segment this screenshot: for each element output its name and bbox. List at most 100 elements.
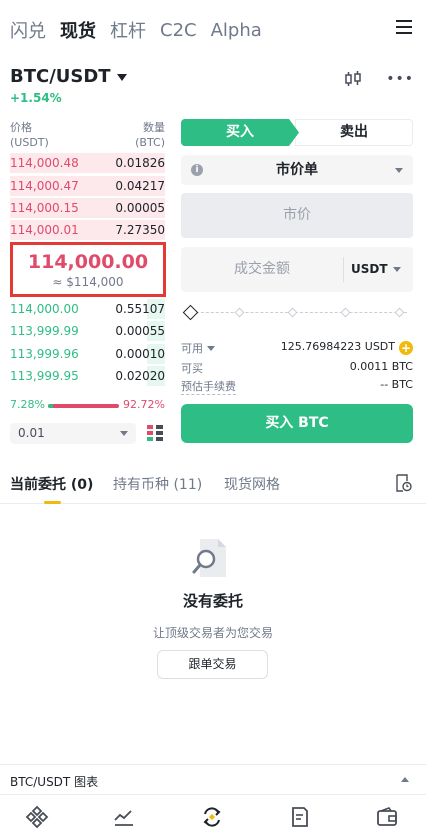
amount-slider[interactable] [182,304,407,321]
add-funds-icon[interactable]: + [399,341,413,355]
ratio-bar [48,404,119,408]
empty-orders-icon [192,539,226,577]
tab-alpha[interactable]: Alpha [211,20,262,41]
ask-price: 114,000.48 [10,156,79,170]
tab-convert[interactable]: 闪兑 [10,17,46,43]
ask-row[interactable]: 114,000.01 7.27350 [10,219,165,241]
buy-sell-ratio: 7.28% 92.72% [10,398,165,414]
slider-step[interactable] [234,307,245,318]
menu-icon[interactable] [396,20,412,34]
available-row: 可用 125.76984223 USDT + [181,340,413,356]
ask-qty: 0.01826 [115,156,165,170]
tab-spot[interactable]: 现货 [60,17,96,43]
tab-holdings[interactable]: 持有币种 (11) [113,474,202,494]
chart-toggle-label: BTC/USDT 图表 [10,775,99,789]
slider-handle[interactable] [182,304,199,321]
depth-value: 0.01 [18,426,45,440]
buy-ratio: 7.28% [10,398,45,411]
empty-title: 没有委托 [182,592,243,610]
buy-btc-button[interactable]: 买入 BTC [181,404,413,443]
tab-spot-grid[interactable]: 现货网格 [224,474,280,494]
bid-qty: 0.02020 [115,369,165,383]
ask-price: 114,000.15 [10,201,79,215]
candlestick-chart-icon[interactable] [344,70,362,88]
pair-header: BTC/USDT ••• [10,66,416,92]
fee-label[interactable]: 预估手续费 [181,378,236,395]
available-label: 可用 [181,342,203,355]
more-icon[interactable]: ••• [386,72,414,86]
home-icon[interactable] [25,805,49,829]
copy-trading-button[interactable]: 跟单交易 [157,650,268,679]
chevron-down-icon[interactable] [116,74,127,81]
can-buy-value: 0.0011 BTC [349,360,413,373]
ask-qty: 7.27350 [115,223,165,237]
futures-icon[interactable] [288,805,312,829]
chevron-down-icon[interactable] [393,267,401,272]
orderbook-layout-icon[interactable] [146,424,164,442]
chevron-down-icon [207,346,215,351]
sell-ratio: 92.72% [123,398,165,411]
order-type-select[interactable]: i 市价单 [181,155,413,185]
tab-c2c[interactable]: C2C [160,20,197,41]
price-change: +1.54% [10,91,62,105]
order-history-icon[interactable] [394,474,412,492]
bid-row[interactable]: 113,999.95 0.02020 [10,365,165,387]
buy-sell-toggle: 卖出 买入 [181,119,413,146]
price-field: 市价 [181,193,413,238]
bid-price: 113,999.99 [10,324,79,338]
order-type-label: 市价单 [276,162,318,178]
amount-unit-select[interactable]: USDT [351,247,388,292]
orders-tabs: 当前委托 (0) 持有币种 (11) 现货网格 [0,468,426,504]
ask-row[interactable]: 114,000.47 0.04217 [10,175,165,197]
chevron-down-icon [395,168,403,173]
bid-price: 113,999.96 [10,347,79,361]
fee-row: 预估手续费 -- BTC [181,378,413,395]
sell-tab[interactable]: 卖出 [295,119,413,146]
qty-label: 数量 [143,121,165,134]
bid-price: 113,999.95 [10,369,79,383]
price-label: 价格 [10,121,32,134]
trade-icon[interactable] [200,805,224,829]
bid-price: 114,000.00 [10,302,79,316]
available-toggle[interactable]: 可用 [181,340,215,356]
can-buy-label: 可买 [181,362,203,375]
chevron-up-icon[interactable] [401,777,409,782]
slider-step[interactable] [287,307,298,318]
last-price: 114,000.00 [27,251,149,273]
pair-selector[interactable]: BTC/USDT [10,66,111,87]
tab-open-orders[interactable]: 当前委托 (0) [10,474,93,494]
active-tab-indicator [44,501,61,504]
bid-qty: 0.00055 [115,324,165,338]
fee-value: -- BTC [380,378,413,391]
bottom-nav [0,794,426,836]
ask-qty: 0.00005 [115,201,165,215]
amount-input[interactable]: 成交金额 [181,247,343,292]
bid-row[interactable]: 113,999.96 0.00010 [10,343,165,365]
bid-qty: 0.55107 [115,302,165,316]
chart-toggle-bar[interactable]: BTC/USDT 图表 [0,764,426,794]
buy-tab[interactable]: 买入 [181,119,299,146]
ask-row[interactable]: 114,000.48 0.01826 [10,152,165,174]
bid-row[interactable]: 113,999.99 0.00055 [10,320,165,342]
empty-subtitle: 让顶级交易者为您交易 [152,626,273,640]
markets-icon[interactable] [112,805,136,829]
tab-margin[interactable]: 杠杆 [110,17,146,43]
amount-field[interactable]: 成交金额 USDT [181,247,413,292]
divider [343,257,344,282]
last-price-usd: ≈ $114,000 [52,275,124,289]
bid-qty: 0.00010 [115,347,165,361]
ratio-bar-buy-fill [48,404,54,408]
ask-price: 114,000.01 [10,223,79,237]
top-tabs: 闪兑 现货 杠杆 C2C Alpha [10,14,416,46]
qty-unit: (BTC) [135,136,165,149]
depth-select[interactable]: 0.01 [10,423,136,444]
price-unit: (USDT) [10,136,49,149]
ask-qty: 0.04217 [115,179,165,193]
bid-row[interactable]: 114,000.00 0.55107 [10,298,165,320]
last-price-box[interactable]: 114,000.00 ≈ $114,000 [10,242,166,297]
slider-step[interactable] [394,307,405,318]
slider-step[interactable] [340,307,351,318]
wallet-icon[interactable] [375,805,399,829]
ask-row[interactable]: 114,000.15 0.00005 [10,197,165,219]
available-value: 125.76984223 USDT [280,340,395,353]
